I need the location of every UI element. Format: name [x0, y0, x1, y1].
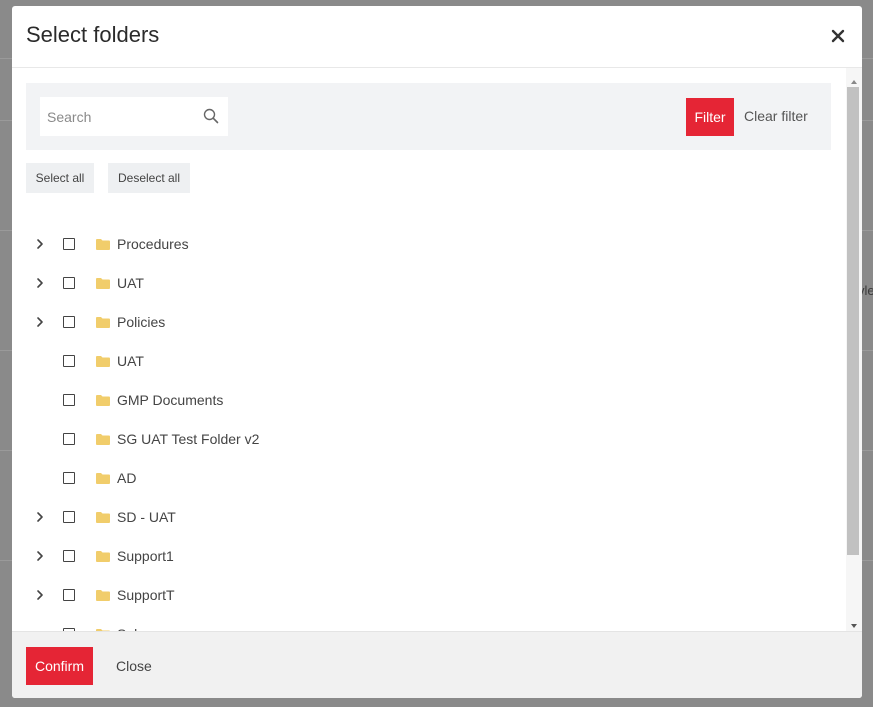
scroll-down-arrow-icon[interactable] [850, 617, 858, 628]
select-all-button[interactable]: Select all [26, 163, 94, 193]
folder-row[interactable]: Policies [26, 304, 826, 343]
search-icon[interactable] [203, 108, 219, 124]
folder-label[interactable]: Procedures [117, 236, 189, 252]
folder-checkbox[interactable] [63, 238, 75, 250]
folder-checkbox[interactable] [63, 394, 75, 406]
search-box[interactable] [40, 97, 228, 136]
folder-label[interactable]: SupportT [117, 587, 175, 603]
folder-row[interactable]: GMP Documents [26, 382, 826, 421]
folder-checkbox[interactable] [63, 589, 75, 601]
folder-checkbox[interactable] [63, 550, 75, 562]
folder-row[interactable]: Support1 [26, 538, 826, 577]
folder-icon [96, 237, 110, 250]
folder-row[interactable]: SupportT [26, 577, 826, 616]
folder-icon [96, 549, 110, 562]
folder-row[interactable]: UAT [26, 265, 826, 304]
dialog-footer: Confirm Close [12, 631, 862, 698]
folder-checkbox[interactable] [63, 316, 75, 328]
folder-checkbox[interactable] [63, 355, 75, 367]
confirm-button[interactable]: Confirm [26, 647, 93, 685]
chevron-right-icon[interactable] [32, 314, 48, 330]
filter-button[interactable]: Filter [686, 98, 734, 136]
chevron-right-icon[interactable] [32, 587, 48, 603]
scrollbar-thumb[interactable] [847, 87, 859, 555]
close-button[interactable]: Close [116, 658, 152, 674]
folder-label[interactable]: Support1 [117, 548, 174, 564]
clear-filter-link[interactable]: Clear filter [744, 108, 808, 124]
folder-icon [96, 588, 110, 601]
folder-row[interactable]: Procedures [26, 226, 826, 265]
folder-icon [96, 432, 110, 445]
folder-label[interactable]: Policies [117, 314, 165, 330]
close-icon[interactable] [826, 24, 850, 48]
folder-label[interactable]: UAT [117, 353, 144, 369]
chevron-right-icon[interactable] [32, 275, 48, 291]
folder-row[interactable]: SD - UAT [26, 499, 826, 538]
folder-label[interactable]: UAT [117, 275, 144, 291]
deselect-all-button[interactable]: Deselect all [108, 163, 190, 193]
folder-icon [96, 510, 110, 523]
folder-row[interactable]: SG UAT Test Folder v2 [26, 421, 826, 460]
folder-label[interactable]: SG UAT Test Folder v2 [117, 431, 259, 447]
scroll-up-arrow-icon[interactable] [850, 73, 858, 84]
select-folders-dialog: Select folders Filter Clear filter Selec… [12, 6, 862, 698]
folder-icon [96, 276, 110, 289]
folder-icon [96, 315, 110, 328]
folder-icon [96, 354, 110, 367]
folder-row[interactable]: UAT [26, 343, 826, 382]
folder-icon [96, 393, 110, 406]
dialog-body: Filter Clear filter Select all Deselect … [12, 68, 862, 631]
filter-bar: Filter Clear filter [26, 83, 831, 150]
folder-row[interactable]: Sol [26, 616, 826, 631]
folder-checkbox[interactable] [63, 433, 75, 445]
dialog-header: Select folders [12, 6, 862, 68]
folder-label[interactable]: AD [117, 470, 136, 486]
folder-label[interactable]: GMP Documents [117, 392, 223, 408]
chevron-right-icon[interactable] [32, 509, 48, 525]
folder-icon [96, 471, 110, 484]
folder-checkbox[interactable] [63, 472, 75, 484]
folder-checkbox[interactable] [63, 511, 75, 523]
folder-row[interactable]: AD [26, 460, 826, 499]
chevron-right-icon[interactable] [32, 548, 48, 564]
dialog-title: Select folders [26, 22, 160, 47]
folder-checkbox[interactable] [63, 277, 75, 289]
search-input[interactable] [40, 97, 197, 136]
chevron-right-icon[interactable] [32, 236, 48, 252]
folder-label[interactable]: SD - UAT [117, 509, 176, 525]
